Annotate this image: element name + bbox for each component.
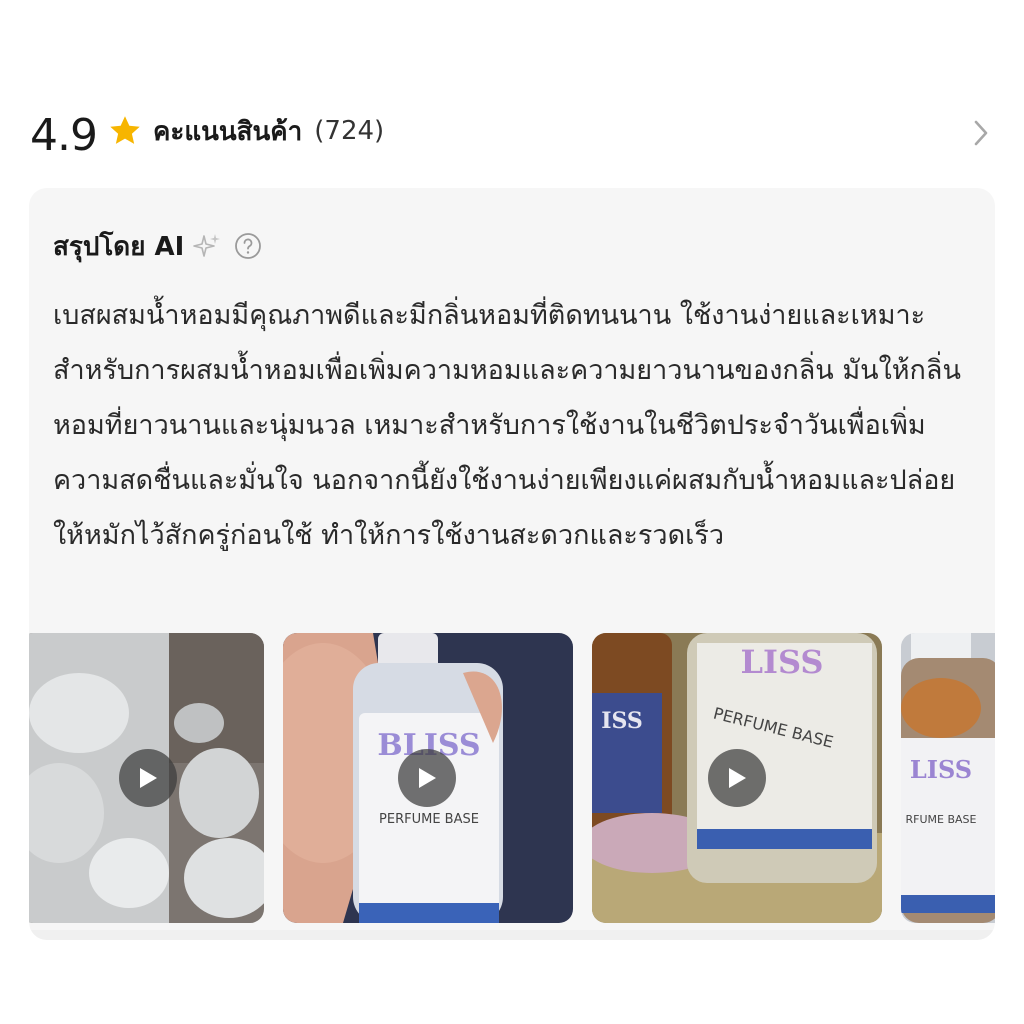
video-thumbnail[interactable]: ISS LISS PERFUME BASE (592, 633, 882, 923)
svg-text:ISS: ISS (601, 708, 643, 734)
play-button[interactable] (398, 749, 456, 807)
sparkle-icon (193, 234, 221, 257)
svg-text:LISS: LISS (741, 643, 824, 681)
svg-text:LISS: LISS (910, 755, 972, 784)
video-thumbnail[interactable] (29, 633, 264, 923)
ai-summary-card: สรุปโดย AI เบสผสมน้ำหอมมีคุณภาพดีและมีกล… (29, 188, 995, 940)
ai-summary-header: สรุปโดย AI (53, 224, 262, 268)
rating-score: 4.9 (30, 109, 98, 161)
svg-text:PERFUME BASE: PERFUME BASE (379, 812, 479, 827)
video-thumbnail[interactable]: LISS RFUME BASE (901, 633, 995, 923)
star-icon (110, 116, 140, 144)
play-icon (419, 768, 436, 788)
chevron-right-icon[interactable] (970, 118, 992, 148)
card-bottom-divider (29, 930, 995, 940)
play-icon (729, 768, 746, 788)
svg-text:RFUME BASE: RFUME BASE (906, 813, 977, 826)
media-strip[interactable]: BLISS PERFUME BASE ISS LISS PERFUME BASE… (29, 633, 995, 923)
ai-summary-text: เบสผสมน้ำหอมมีคุณภาพดีและมีกลิ่นหอมที่ติ… (53, 300, 961, 551)
play-button[interactable] (708, 749, 766, 807)
rating-label: คะแนนสินค้า (152, 116, 303, 147)
rating-count: (724) (314, 116, 385, 146)
video-thumbnail[interactable]: BLISS PERFUME BASE (283, 633, 573, 923)
play-button[interactable] (119, 749, 177, 807)
product-rating-row[interactable]: 4.9 คะแนนสินค้า (724) (30, 108, 996, 162)
video-thumbnail-image: LISS RFUME BASE (901, 633, 995, 923)
play-icon (140, 768, 157, 788)
ai-summary-title: สรุปโดย AI (53, 231, 185, 262)
help-icon[interactable] (234, 232, 262, 260)
